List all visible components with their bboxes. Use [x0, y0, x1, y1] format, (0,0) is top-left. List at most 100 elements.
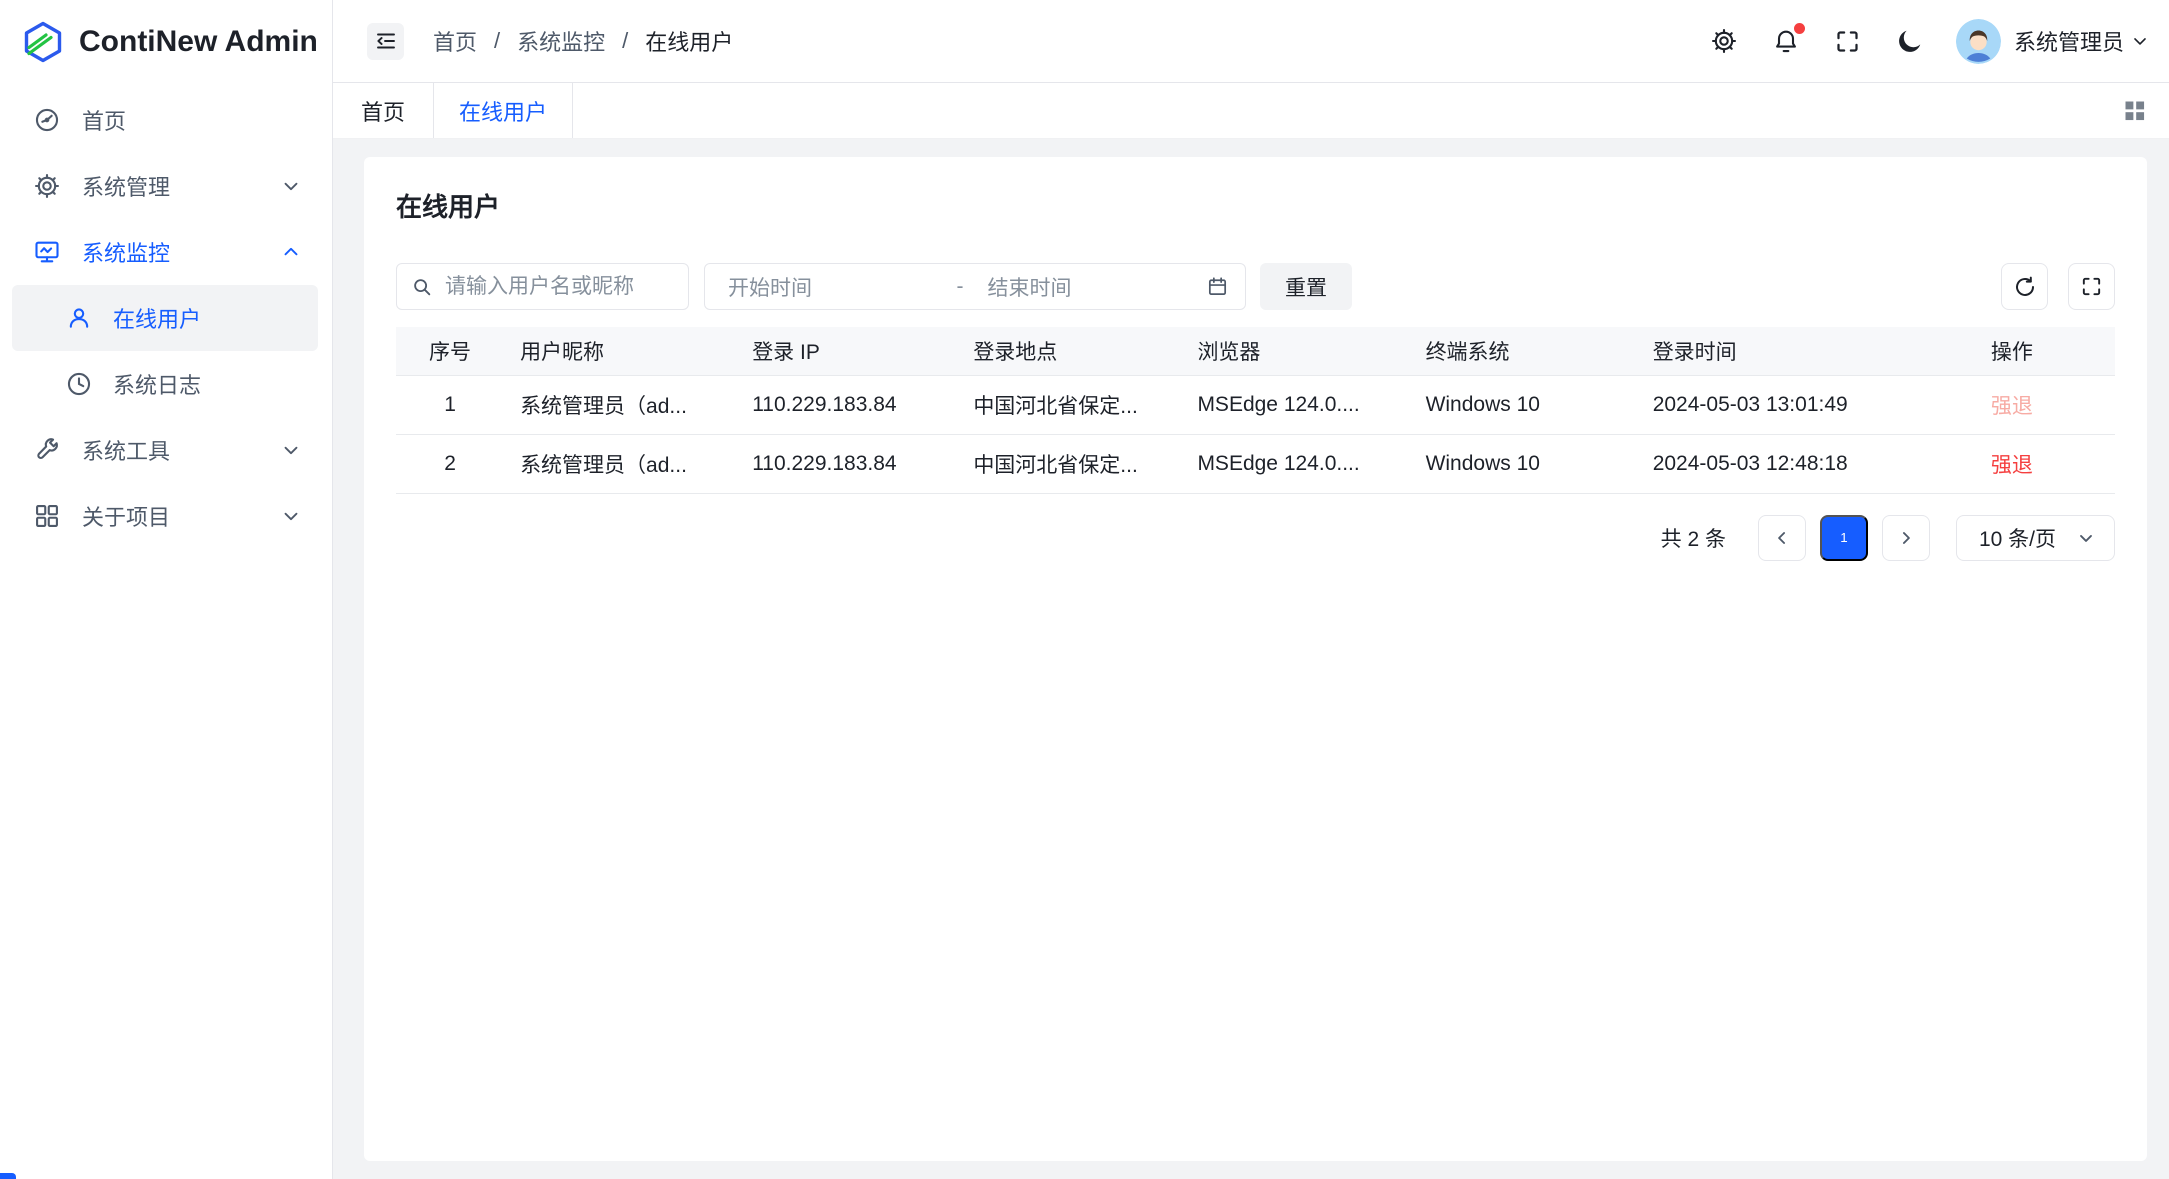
user-icon — [65, 304, 93, 332]
app-title: ContiNew Admin — [79, 25, 318, 59]
cell-index: 1 — [396, 375, 504, 434]
page-content: 在线用户 开始时间 - 结束时间 — [333, 139, 2169, 1179]
column-header-index: 序号 — [396, 327, 504, 375]
calendar-icon — [1206, 275, 1229, 298]
cell-index: 2 — [396, 434, 504, 493]
sidebar-item-system-management[interactable]: 系统管理 — [0, 153, 332, 219]
breadcrumb-home[interactable]: 首页 — [433, 25, 477, 57]
page-size-select[interactable]: 10 条/页 — [1956, 515, 2115, 561]
tab-bar: 首页 在线用户 — [333, 83, 2169, 139]
tab-label: 在线用户 — [459, 95, 547, 127]
app-root: ContiNew Admin 首页 系统管理 — [0, 0, 2169, 1179]
reset-button[interactable]: 重置 — [1260, 263, 1352, 310]
notifications-bell-icon[interactable] — [1772, 27, 1800, 55]
date-start-placeholder: 开始时间 — [728, 272, 947, 302]
sidebar-item-system-tools[interactable]: 系统工具 — [0, 417, 332, 483]
date-range-picker[interactable]: 开始时间 - 结束时间 — [704, 263, 1246, 310]
breadcrumb: 首页 / 系统监控 / 在线用户 — [433, 25, 733, 57]
sidebar-item-system-monitor[interactable]: 系统监控 — [0, 219, 332, 285]
column-header-ip: 登录 IP — [736, 327, 957, 375]
pagination-total: 共 2 条 — [1661, 523, 1726, 553]
table-row: 2 系统管理员（ad... 110.229.183.84 中国河北省保定... … — [396, 434, 2115, 493]
apps-grid-icon — [33, 502, 61, 530]
sidebar-collapse-button[interactable] — [367, 23, 404, 60]
expand-icon — [2080, 275, 2103, 298]
chevron-down-icon — [2076, 528, 2096, 548]
cell-location: 中国河北省保定... — [957, 434, 1181, 493]
cell-browser: MSEdge 124.0.... — [1181, 434, 1409, 493]
dashboard-icon — [33, 106, 61, 134]
avatar[interactable] — [1956, 19, 2001, 64]
pagination-page-1[interactable]: 1 — [1820, 515, 1868, 561]
chevron-down-icon — [2130, 31, 2150, 51]
notification-badge — [1794, 23, 1805, 34]
column-header-actions: 操作 — [1975, 327, 2115, 375]
chevron-down-icon — [280, 175, 302, 197]
chevron-down-icon — [280, 505, 302, 527]
cell-login-time: 2024-05-03 12:48:18 — [1637, 434, 1975, 493]
page-title: 在线用户 — [396, 191, 2115, 223]
settings-gear-icon[interactable] — [1710, 27, 1738, 55]
breadcrumb-section[interactable]: 系统监控 — [517, 25, 605, 57]
page-size-value: 10 条/页 — [1979, 523, 2056, 553]
sidebar-item-label: 系统监控 — [82, 236, 280, 268]
date-end-placeholder: 结束时间 — [974, 272, 1207, 302]
breadcrumb-current: 在线用户 — [645, 25, 733, 57]
column-header-login-time: 登录时间 — [1637, 327, 1975, 375]
sidebar-item-home[interactable]: 首页 — [0, 87, 332, 153]
pagination-next-button[interactable] — [1882, 515, 1930, 561]
cell-browser: MSEdge 124.0.... — [1181, 375, 1409, 434]
topbar: 首页 / 系统监控 / 在线用户 — [333, 0, 2169, 83]
search-input[interactable] — [443, 274, 674, 300]
refresh-icon — [2013, 275, 2037, 299]
sidebar: ContiNew Admin 首页 系统管理 — [0, 0, 333, 1179]
sidebar-menu: 首页 系统管理 — [0, 83, 332, 549]
cell-location: 中国河北省保定... — [957, 375, 1181, 434]
sidebar-item-label: 首页 — [82, 104, 302, 136]
chevron-down-icon — [280, 439, 302, 461]
topbar-actions: 系统管理员 — [1676, 19, 2150, 64]
dark-mode-moon-icon[interactable] — [1896, 27, 1924, 55]
table-header-row: 序号 用户昵称 登录 IP 登录地点 浏览器 终端系统 登录时间 操作 — [396, 327, 2115, 375]
sidebar-item-online-users[interactable]: 在线用户 — [12, 285, 318, 351]
main-column: 首页 / 系统监控 / 在线用户 — [333, 0, 2169, 1179]
pagination: 共 2 条 1 10 条/页 — [396, 515, 2115, 561]
cell-os: Windows 10 — [1410, 434, 1637, 493]
sidebar-item-about-project[interactable]: 关于项目 — [0, 483, 332, 549]
tab-home[interactable]: 首页 — [333, 83, 433, 138]
table-toolbar-actions — [2001, 263, 2115, 310]
wrench-icon — [33, 436, 61, 464]
refresh-button[interactable] — [2001, 263, 2048, 310]
cell-ip: 110.229.183.84 — [736, 434, 957, 493]
sidebar-item-label: 系统工具 — [82, 434, 280, 466]
chevron-left-icon — [1772, 528, 1792, 548]
online-users-card: 在线用户 开始时间 - 结束时间 — [364, 157, 2147, 1161]
table-row: 1 系统管理员（ad... 110.229.183.84 中国河北省保定... … — [396, 375, 2115, 434]
cell-nickname: 系统管理员（ad... — [504, 434, 736, 493]
user-menu[interactable]: 系统管理员 — [2014, 25, 2150, 57]
monitor-icon — [33, 238, 61, 266]
online-users-table: 序号 用户昵称 登录 IP 登录地点 浏览器 终端系统 登录时间 操作 1 — [396, 327, 2115, 494]
app-logo[interactable]: ContiNew Admin — [0, 0, 332, 83]
cell-nickname: 系统管理员（ad... — [504, 375, 736, 434]
chevron-up-icon — [280, 241, 302, 263]
gear-icon — [33, 172, 61, 200]
table-fullscreen-button[interactable] — [2068, 263, 2115, 310]
tab-online-users[interactable]: 在线用户 — [433, 83, 573, 138]
breadcrumb-separator: / — [622, 28, 628, 54]
fullscreen-icon[interactable] — [1834, 27, 1862, 55]
sidebar-item-label: 在线用户 — [113, 302, 201, 334]
column-header-location: 登录地点 — [957, 327, 1181, 375]
column-header-nickname: 用户昵称 — [504, 327, 736, 375]
breadcrumb-separator: / — [494, 28, 500, 54]
menu-fold-icon — [374, 29, 398, 53]
force-logout-link-disabled[interactable]: 强退 — [1991, 395, 2033, 418]
pagination-prev-button[interactable] — [1758, 515, 1806, 561]
force-logout-link[interactable]: 强退 — [1991, 454, 2033, 477]
clock-icon — [65, 370, 93, 398]
cell-ip: 110.229.183.84 — [736, 375, 957, 434]
user-name-label: 系统管理员 — [2014, 25, 2124, 57]
column-header-os: 终端系统 — [1410, 327, 1637, 375]
tab-list-grid-icon[interactable] — [2121, 97, 2148, 124]
sidebar-item-system-logs[interactable]: 系统日志 — [12, 351, 318, 417]
